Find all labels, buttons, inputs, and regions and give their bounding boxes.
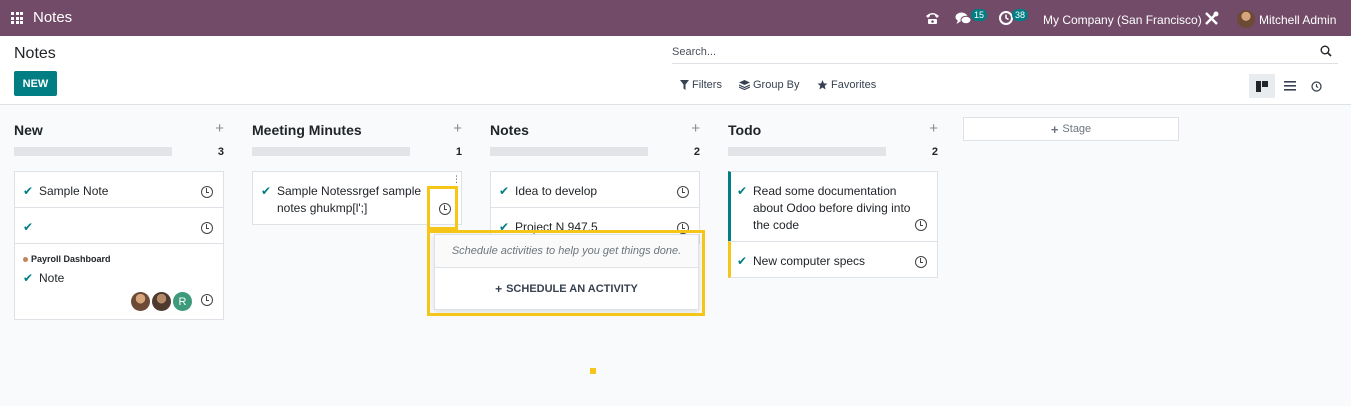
assignee-avatar[interactable] (131, 292, 150, 311)
card-title: Sample Note (39, 184, 109, 198)
group-by-label: Group By (753, 79, 800, 91)
favorites-label: Favorites (831, 79, 877, 91)
popover-hint: Schedule activities to help you get thin… (435, 235, 698, 268)
card-dropdown-toggle[interactable]: ⋮ (452, 175, 461, 184)
column-count: 3 (217, 146, 224, 158)
kanban-icon (1256, 80, 1268, 92)
new-button[interactable]: NEW (14, 71, 57, 96)
column-progress-bar[interactable] (728, 147, 886, 156)
list-icon (1284, 81, 1296, 91)
kanban-card[interactable]: ⋮ ✔ Sample Notessrgef sample notes ghukm… (252, 171, 462, 225)
kanban-card[interactable]: Payroll Dashboard ✔ Note R (14, 243, 224, 320)
app-name[interactable]: Notes (33, 9, 72, 26)
check-icon: ✔ (737, 254, 748, 268)
filters-button[interactable]: Filters (680, 79, 722, 91)
activity-clock-icon[interactable] (201, 294, 213, 306)
card-title: Sample Notessrgef sample notes ghukmp[l'… (277, 184, 422, 215)
activity-clock-icon[interactable] (915, 219, 927, 231)
breadcrumb: Notes (14, 45, 56, 62)
activity-clock-icon[interactable] (677, 186, 689, 198)
card-tag: Payroll Dashboard (31, 254, 111, 264)
column-title[interactable]: Meeting Minutes (252, 122, 362, 138)
user-avatar[interactable] (1237, 10, 1255, 28)
top-navbar: Notes 15 38 My Company (San Francisco) M… (0, 0, 1351, 36)
kanban-card[interactable]: ✔ Idea to develop (490, 171, 700, 208)
activity-clock-icon[interactable] (201, 186, 213, 198)
activity-clock-icon[interactable] (677, 222, 689, 234)
add-stage-button[interactable]: + Stage (963, 117, 1179, 141)
activity-popover: Schedule activities to help you get thin… (434, 234, 699, 310)
assignee-avatar[interactable]: R (173, 292, 192, 311)
kanban-card[interactable]: ✔ (14, 207, 224, 244)
apps-menu-icon[interactable] (11, 12, 23, 24)
list-view-button[interactable] (1277, 74, 1303, 98)
check-icon: ✔ (499, 184, 510, 198)
favorites-button[interactable]: Favorites (817, 79, 876, 91)
schedule-activity-button[interactable]: + SCHEDULE AN ACTIVITY (435, 269, 698, 309)
activity-clock-icon[interactable] (201, 222, 213, 234)
column-title[interactable]: Todo (728, 122, 761, 138)
check-icon: ✔ (23, 271, 34, 285)
activity-view-button[interactable] (1303, 74, 1329, 98)
phone-icon[interactable] (925, 11, 940, 25)
check-icon: ✔ (23, 184, 34, 198)
messages-badge: 15 (971, 9, 988, 21)
column-title[interactable]: New (14, 122, 43, 138)
quick-create-icon[interactable]: + (215, 120, 224, 137)
highlight-marker (590, 368, 596, 374)
filters-label: Filters (692, 79, 722, 91)
card-title: Idea to develop (515, 184, 598, 198)
schedule-activity-label: SCHEDULE AN ACTIVITY (506, 283, 638, 295)
layers-icon (739, 80, 750, 90)
group-by-button[interactable]: Group By (739, 79, 799, 91)
star-icon (817, 80, 828, 90)
assignee-avatar[interactable] (152, 292, 171, 311)
activity-clock-icon[interactable] (915, 256, 927, 268)
add-stage-label: Stage (1062, 123, 1092, 135)
column-progress-bar[interactable] (490, 147, 648, 156)
plus-icon: + (495, 282, 503, 296)
quick-create-icon[interactable]: + (691, 120, 700, 137)
control-panel: Notes NEW Filters Group By Favorites (0, 36, 1351, 105)
filter-icon (680, 80, 689, 90)
check-icon: ✔ (261, 184, 272, 198)
kanban-card[interactable]: ✔ Sample Note (14, 171, 224, 208)
activities-icon[interactable] (999, 11, 1013, 25)
column-count: 2 (931, 146, 938, 158)
column-count: 2 (693, 146, 700, 158)
search-icon[interactable] (1320, 45, 1332, 57)
search-input[interactable] (672, 42, 1292, 62)
check-icon: ✔ (737, 184, 748, 198)
activity-clock-icon[interactable] (439, 203, 451, 215)
column-progress-bar[interactable] (14, 147, 172, 156)
kanban-view-button[interactable] (1249, 74, 1275, 98)
company-switcher[interactable]: My Company (San Francisco) (1043, 13, 1202, 27)
plus-icon: + (1050, 121, 1059, 137)
tag-dot (23, 257, 28, 262)
card-title: New computer specs (753, 254, 866, 268)
kanban-card[interactable]: ✔ New computer specs (728, 241, 938, 278)
check-icon: ✔ (499, 220, 510, 234)
user-menu[interactable]: Mitchell Admin (1259, 13, 1336, 27)
kanban-card[interactable]: ✔ Read some documentation about Odoo bef… (728, 171, 938, 242)
check-icon: ✔ (23, 220, 34, 234)
card-title: Note (39, 271, 65, 285)
column-progress-bar[interactable] (252, 147, 410, 156)
activities-badge: 38 (1012, 9, 1029, 21)
quick-create-icon[interactable]: + (929, 120, 938, 137)
search-bar (672, 42, 1338, 64)
quick-create-icon[interactable]: + (453, 120, 462, 137)
column-title[interactable]: Notes (490, 122, 529, 138)
column-count: 1 (455, 146, 462, 158)
messages-icon[interactable] (955, 12, 972, 26)
card-title: Read some documentation about Odoo befor… (753, 184, 911, 232)
debug-tools-icon[interactable] (1204, 11, 1219, 26)
clock-icon (1310, 80, 1322, 92)
